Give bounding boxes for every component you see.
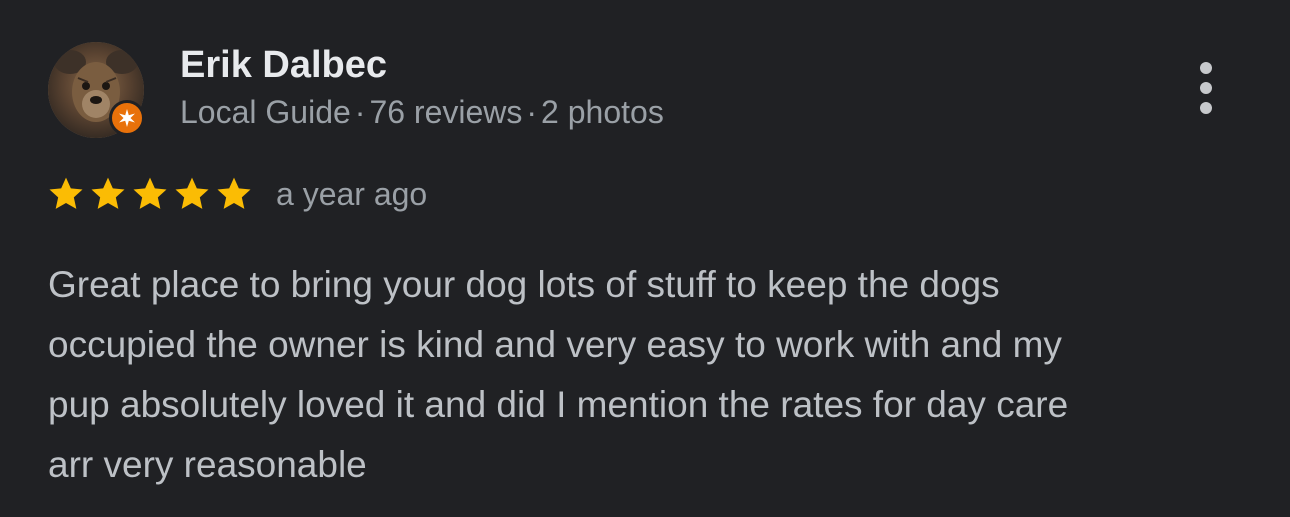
review-time: a year ago — [276, 176, 428, 212]
reviewer-photo-count: 2 photos — [541, 94, 664, 130]
review-text-line: arr very reasonable — [48, 444, 367, 485]
more-vert-icon — [1200, 62, 1212, 114]
more-options-button[interactable] — [1186, 62, 1226, 118]
review-text: Great place to bring your dog lots of st… — [48, 255, 1248, 495]
review-text-line: occupied the owner is kind and very easy… — [48, 324, 1062, 365]
meta-separator: · — [354, 94, 366, 130]
star-rating — [46, 174, 254, 214]
star-filled-icon — [214, 174, 254, 214]
local-guide-star-icon — [119, 109, 135, 127]
reviewer-meta: Local Guide · 76 reviews · 2 photos — [180, 94, 664, 131]
reviewer-review-count: 76 reviews — [369, 94, 523, 130]
review-text-line: pup absolutely loved it and did I mentio… — [48, 384, 1069, 425]
review-text-line: Great place to bring your dog lots of st… — [48, 264, 1000, 305]
meta-separator: · — [526, 94, 538, 130]
star-filled-icon — [46, 174, 86, 214]
reviewer-level: Local Guide — [180, 94, 351, 130]
local-guide-badge — [109, 100, 145, 136]
star-filled-icon — [88, 174, 128, 214]
star-filled-icon — [172, 174, 212, 214]
star-filled-icon — [130, 174, 170, 214]
review-card: Erik Dalbec Local Guide · 76 reviews · 2 pho… — [0, 0, 1290, 517]
reviewer-avatar[interactable] — [48, 42, 145, 138]
reviewer-name[interactable]: Erik Dalbec — [180, 44, 387, 87]
